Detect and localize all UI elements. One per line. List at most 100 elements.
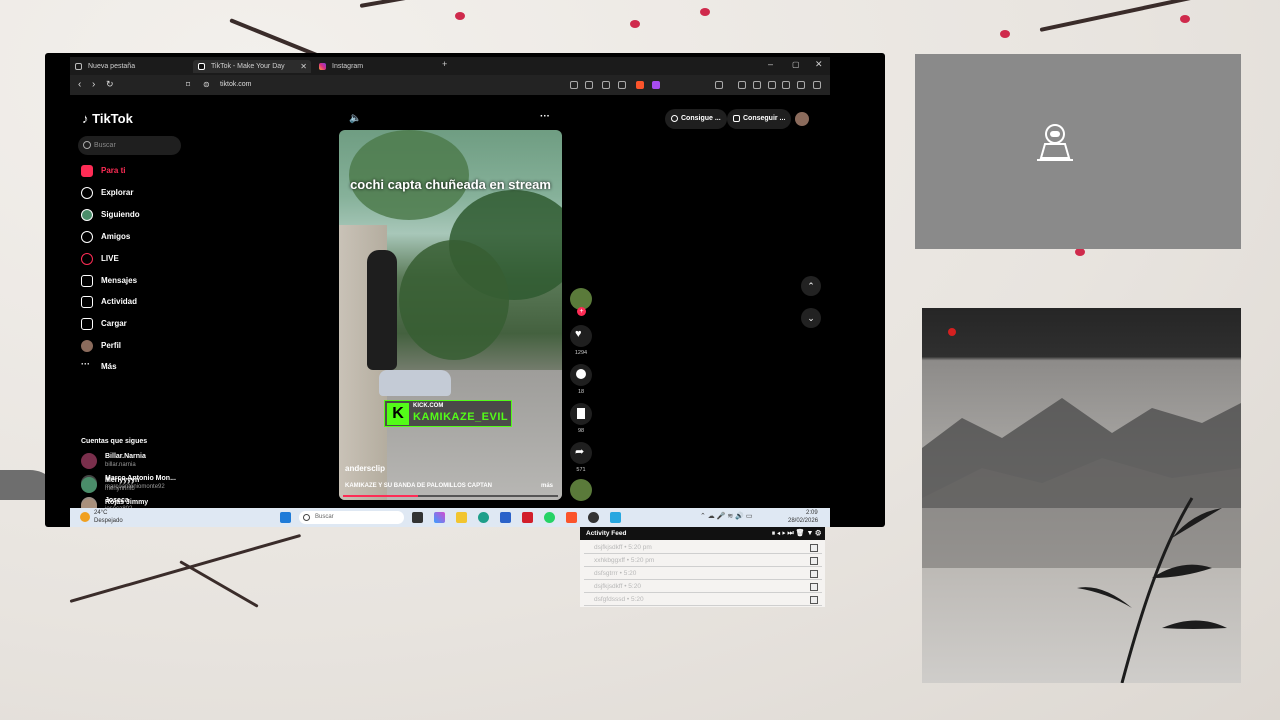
brave-shield-icon[interactable] [636,81,644,89]
tab-tiktok[interactable]: TikTok - Make Your Day ✕ [193,60,311,73]
decor-petal [1180,15,1190,23]
taskbar-search-input[interactable]: Buscar [299,511,404,524]
translate-icon[interactable] [585,81,593,89]
feed-row-text: dsfgfdsssd • 5:20 [594,596,644,603]
share-count: 571 [576,467,586,473]
cast-icon[interactable] [602,81,610,89]
kick-overlay: K KICK.COM KAMIKAZE_EVIL [384,400,512,427]
url-field[interactable]: tiktok.com [220,81,252,88]
volume-icon[interactable]: 🔈 [349,113,361,124]
nav-profile[interactable]: Perfil [81,338,121,354]
app-blue-icon[interactable] [610,512,621,523]
nav-upload[interactable]: Cargar [81,316,127,332]
sidebar-icon[interactable] [715,81,723,89]
tab-instagram[interactable]: Instagram [314,60,432,73]
brave-icon[interactable] [566,512,577,523]
extension-icon[interactable] [570,81,578,89]
button-label: Consigue ... [681,115,721,122]
dismiss-icon[interactable] [810,596,818,604]
activity-feed-row[interactable]: dsfgfdsssd • 5:20 [584,594,822,606]
tray-icons[interactable]: ⌃ ☁ 🎤 ≋ 🔊 ▭ [700,512,753,520]
followed-account[interactable]: Billar.Narnia billar.narnia [81,452,146,472]
new-tab-icon[interactable]: + [442,59,447,69]
obs-icon[interactable] [588,512,599,523]
activity-feed-row[interactable]: dsjfkjsdkff • 5:20 pm [584,542,822,554]
tab-label: Nueva pestaña [88,63,136,70]
nav-label: Amigos [101,232,131,241]
task-view-icon[interactable] [412,512,423,523]
activity-feed-row[interactable]: dsfsgtrrr • 5:20 [584,568,822,580]
account-name: Rojas Jimmy [105,499,149,506]
maximize-icon[interactable]: ▢ [792,60,800,69]
minimize-icon[interactable]: – [768,59,773,69]
feed-row-text: dsjfkjsdkff • 5:20 [594,583,641,590]
search-icon [83,141,91,149]
file-explorer-icon[interactable] [456,512,467,523]
video-progress[interactable] [343,495,558,497]
app-l-icon[interactable] [522,512,533,523]
user-avatar[interactable] [795,112,809,126]
save-button[interactable] [570,403,592,425]
search-input[interactable]: Buscar [78,136,181,155]
followed-account[interactable]: Merlyyyyn merlynnnfb [81,476,139,496]
nav-messages[interactable]: Mensajes [81,273,137,289]
save-count: 98 [577,428,585,434]
store-icon[interactable] [500,512,511,523]
video-player[interactable]: cochi capta chuñeada en stream K KICK.CO… [339,130,562,500]
previous-video-button[interactable]: ⌃ [801,276,821,296]
activity-feed-row[interactable]: xxhkbggxff • 5:20 pm [584,555,822,567]
share-button[interactable]: ➦ [570,442,592,464]
bookmark-icon[interactable]: ⌑ [186,80,190,89]
split-view-icon[interactable] [768,81,776,89]
get-app-button[interactable]: Conseguir ... [727,109,792,129]
nav-activity[interactable]: Actividad [81,294,137,310]
vpn-icon[interactable] [797,81,805,89]
weather-icon [80,512,90,522]
activity-feed-row[interactable]: dsjfkjsdkff • 5:20 [584,581,822,593]
forward-icon[interactable]: › [92,79,95,90]
get-coins-button[interactable]: Consigue ... [665,109,727,129]
dismiss-icon[interactable] [810,557,818,565]
account-handle: merlynnnfb [105,486,135,492]
reload-icon[interactable]: ↻ [106,79,114,90]
dismiss-icon[interactable] [810,583,818,591]
media-icon[interactable] [738,81,746,89]
home-icon [81,165,93,177]
edge-icon[interactable] [478,512,489,523]
chevron-down-icon: ⌄ [807,313,815,323]
nav-friends[interactable]: Amigos [81,229,130,245]
dismiss-icon[interactable] [810,570,818,578]
menu-icon[interactable] [813,81,821,89]
site-info-icon[interactable]: ⊜ [203,80,210,89]
follow-plus-icon[interactable]: + [577,307,586,316]
followed-account[interactable]: Rojas Jimmy [81,498,148,508]
nav-for-you[interactable]: Para ti [81,163,125,179]
nav-following[interactable]: Siguiendo [81,207,140,223]
close-icon[interactable]: ✕ [300,60,307,73]
next-video-button[interactable]: ⌄ [801,308,821,328]
video-author[interactable]: andersclip [345,464,385,473]
more-link[interactable]: más [541,483,553,489]
back-icon[interactable]: ‹ [78,79,81,90]
tiktok-logo[interactable]: ♪ TikTok [82,111,133,126]
comment-button[interactable] [570,364,592,386]
close-window-icon[interactable]: ✕ [815,59,823,70]
nav-live[interactable]: LIVE [81,251,119,267]
share-icon[interactable] [618,81,626,89]
tab-new-tab[interactable]: Nueva pestaña [70,60,190,73]
rewards-icon[interactable] [652,81,660,89]
wallet-icon[interactable] [782,81,790,89]
windows-start-icon[interactable] [280,512,291,523]
nav-more[interactable]: ··· Más [81,359,117,375]
video-options-icon[interactable]: ··· [540,111,550,122]
dismiss-icon[interactable] [810,544,818,552]
music-disc[interactable] [570,479,592,501]
mountain-illustration [922,398,1241,683]
copilot-icon[interactable] [434,512,445,523]
feed-controls[interactable]: ⏸ ◂ ▸ ⏭ 🗑 ▼ ⚙ [772,527,821,540]
like-button[interactable]: ♥ [570,325,592,347]
whatsapp-icon[interactable] [544,512,555,523]
nav-explore[interactable]: Explorar [81,185,133,201]
reader-icon[interactable] [753,81,761,89]
button-label: Conseguir ... [743,115,786,122]
